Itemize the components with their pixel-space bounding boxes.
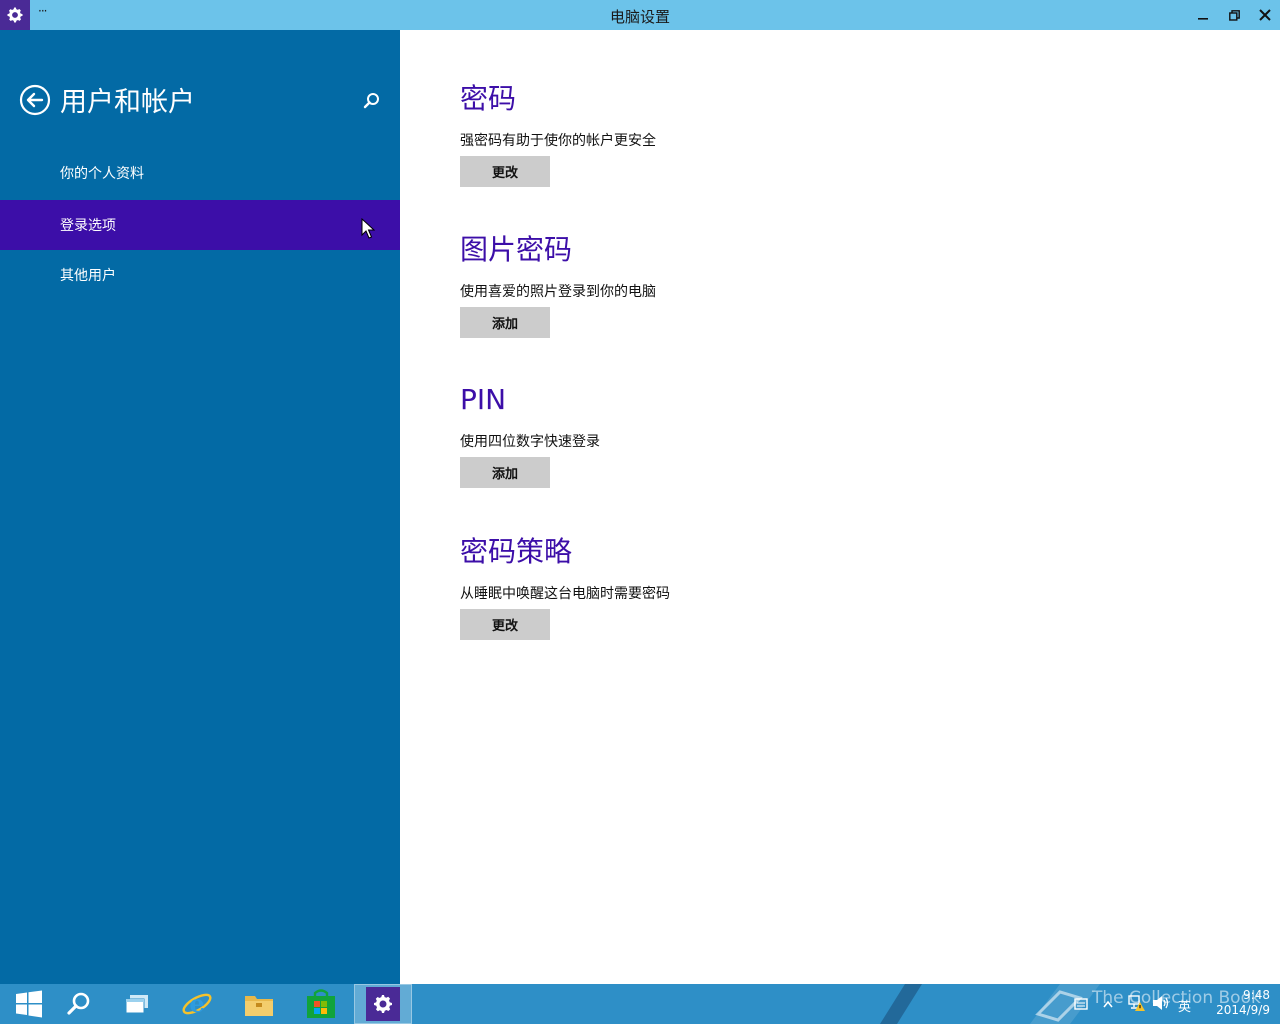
sidebar-item-label: 你的个人资料	[60, 166, 144, 182]
change-password-button[interactable]: 更改	[460, 156, 550, 187]
internet-explorer-button[interactable]: e	[168, 984, 226, 1024]
section-heading: PIN	[460, 383, 507, 416]
folder-icon	[245, 996, 273, 1016]
file-explorer-button[interactable]	[230, 984, 288, 1024]
mouse-cursor-icon	[361, 218, 375, 239]
section-heading: 密码策略	[460, 535, 573, 568]
section-description: 强密码有助于使你的帐户更安全	[460, 133, 656, 149]
main-content: 密码 强密码有助于使你的帐户更安全 更改 图片密码 使用喜爱的照片登录到你的电脑…	[400, 30, 1280, 984]
taskbar-search-button[interactable]	[50, 984, 108, 1024]
windows-logo-icon	[16, 990, 42, 1018]
title-bar: ··· 电脑设置	[0, 0, 1280, 30]
sidebar-item-other-users[interactable]: 其他用户	[0, 250, 400, 300]
password-section: 密码 强密码有助于使你的帐户更安全 更改	[460, 82, 656, 187]
clock-time: 9:48	[1243, 988, 1270, 1002]
svg-text:e: e	[189, 989, 204, 1018]
search-icon[interactable]	[360, 90, 382, 112]
sidebar-item-label: 其他用户	[60, 268, 116, 284]
window-title: 电脑设置	[609, 8, 670, 26]
picture-password-section: 图片密码 使用喜爱的照片登录到你的电脑 添加	[460, 233, 656, 338]
task-view-icon	[125, 995, 148, 1014]
close-icon[interactable]	[1250, 0, 1280, 30]
task-view-button[interactable]	[108, 984, 166, 1024]
volume-icon[interactable]	[1152, 995, 1170, 1011]
section-description: 从睡眠中唤醒这台电脑时需要密码	[460, 586, 670, 602]
sidebar-item-sign-in-options[interactable]: 登录选项	[0, 200, 400, 250]
change-password-policy-button[interactable]: 更改	[460, 609, 550, 640]
internet-explorer-icon: e	[182, 989, 212, 1018]
store-bag-icon	[307, 989, 335, 1018]
input-method-indicator[interactable]: 英	[1178, 996, 1191, 1015]
section-description: 使用喜爱的照片登录到你的电脑	[460, 284, 656, 300]
sidebar-title: 用户和帐户	[60, 87, 195, 118]
add-pin-button[interactable]: 添加	[460, 457, 550, 488]
minimize-icon[interactable]	[1188, 0, 1218, 30]
store-button[interactable]	[292, 984, 350, 1024]
show-hidden-icons-icon[interactable]	[1103, 1000, 1113, 1008]
network-warning-icon[interactable]	[1128, 994, 1146, 1012]
section-description: 使用四位数字快速登录	[460, 434, 600, 450]
action-center-icon[interactable]	[1074, 998, 1088, 1010]
restore-icon[interactable]	[1219, 0, 1249, 30]
pc-settings-taskbar-button[interactable]	[354, 984, 412, 1024]
section-heading: 图片密码	[460, 233, 573, 266]
add-picture-password-button[interactable]: 添加	[460, 307, 550, 338]
section-heading: 密码	[460, 82, 517, 115]
clock-date: 2014/9/9	[1216, 1003, 1270, 1017]
password-policy-section: 密码策略 从睡眠中唤醒这台电脑时需要密码 更改	[460, 535, 670, 640]
search-icon	[67, 992, 90, 1015]
taskbar-clock[interactable]: 9:48 2014/9/9	[1200, 988, 1270, 1018]
sidebar-item-label: 登录选项	[60, 218, 116, 234]
back-arrow-icon[interactable]	[19, 84, 51, 116]
taskbar: e The Collection Book 英 9:48 2014/9/9	[0, 984, 1280, 1024]
settings-gear-icon	[366, 987, 400, 1021]
sidebar-item-profile[interactable]: 你的个人资料	[0, 148, 400, 198]
sidebar: 用户和帐户 你的个人资料 登录选项 其他用户	[0, 30, 400, 984]
pin-section: PIN 使用四位数字快速登录 添加	[460, 383, 600, 488]
